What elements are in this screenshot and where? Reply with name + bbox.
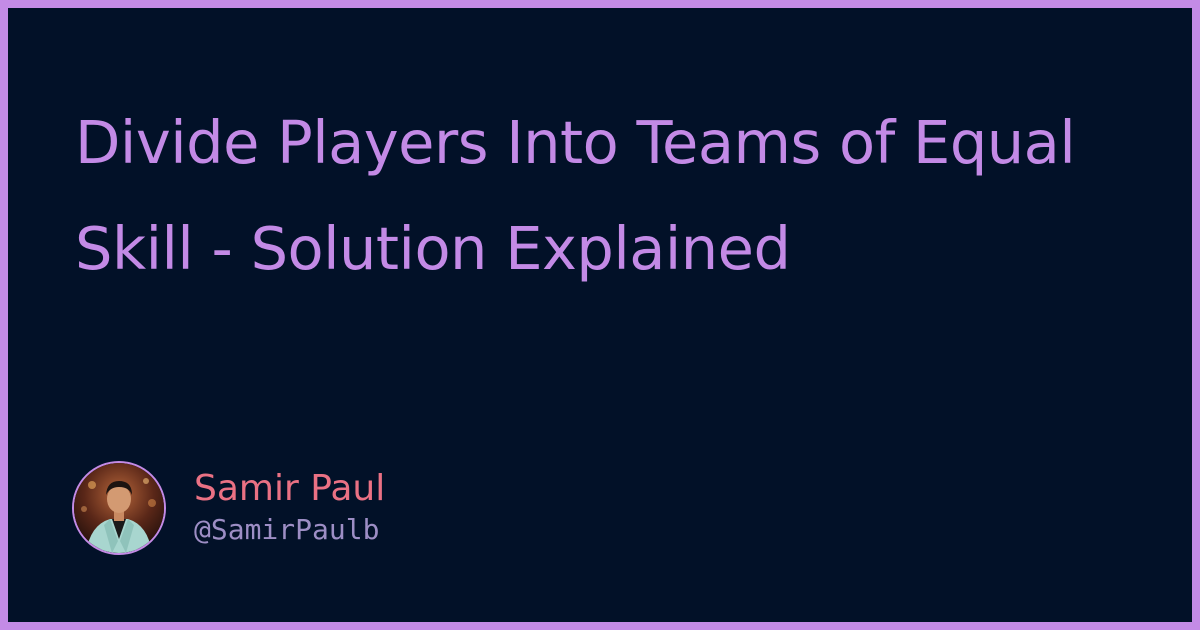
social-card: Divide Players Into Teams of Equal Skill… [8, 8, 1192, 622]
author-block: Samir Paul @SamirPaulb [72, 458, 385, 558]
author-photo-icon [74, 463, 164, 553]
avatar [72, 461, 166, 555]
author-name: Samir Paul [194, 468, 386, 509]
page-title: Divide Players Into Teams of Equal Skill… [75, 108, 1076, 283]
author-handle: @SamirPaulb [194, 513, 380, 546]
author-text: Samir Paul @SamirPaulb [194, 467, 385, 549]
